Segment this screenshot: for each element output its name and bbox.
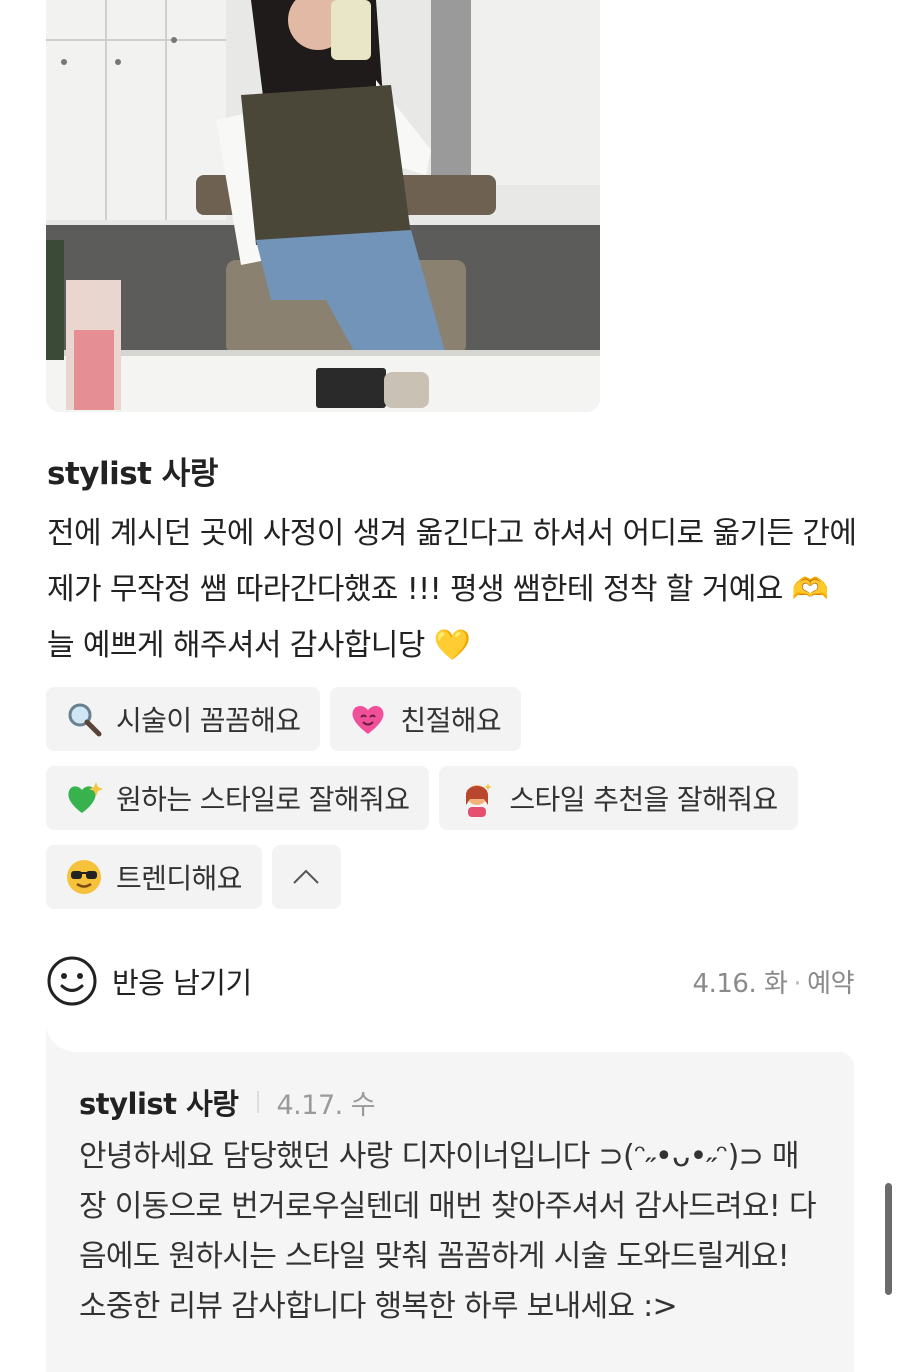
chevron-up-icon: [293, 869, 320, 884]
sunglasses-face-icon: [64, 857, 104, 897]
visit-type: 예약: [807, 968, 854, 999]
tag-kind: 친절해요: [330, 687, 522, 751]
review-date: 4.16. 화: [692, 968, 788, 999]
scrollbar[interactable]: [885, 1183, 892, 1295]
tag-label: 친절해요: [400, 704, 502, 737]
tag-label: 원하는 스타일로 잘해줘요: [116, 783, 410, 816]
tag-label: 트렌디해요: [116, 862, 242, 895]
reply-divider: [256, 1091, 259, 1113]
reply-header: stylist 사랑 4.17. 수: [79, 1080, 824, 1124]
meta-separator: ·: [793, 968, 802, 999]
magnifier-icon: [64, 699, 104, 739]
tag-recommend-style: 스타일 추천을 잘해줘요: [439, 766, 798, 830]
smile-icon[interactable]: [46, 955, 98, 1007]
reply-bubble-notch: [46, 1022, 86, 1053]
leave-reaction-button[interactable]: 반응 남기기: [112, 960, 252, 1002]
review-meta: 4.16. 화 · 예약: [692, 963, 855, 1000]
review-text: 전에 계시던 곳에 사정이 생겨 옮긴다고 하셔서 어디로 옮기든 간에 제가 …: [47, 516, 857, 663]
reaction-row: 반응 남기기 4.16. 화 · 예약: [46, 954, 854, 1008]
review-photo[interactable]: [46, 0, 600, 412]
reply-date: 4.17. 수: [276, 1089, 376, 1121]
sparkle-heart-icon: [64, 778, 104, 818]
review-tags: 시술이 꼼꼼해요 친절해요 원하는 스타일로 잘해줘요 스타일 추천을 잘해줘요: [46, 687, 866, 924]
tag-thorough: 시술이 꼼꼼해요: [46, 687, 321, 751]
owner-reply: stylist 사랑 4.17. 수 안녕하세요 담당했던 사랑 디자이너입니다…: [46, 1052, 854, 1372]
collapse-tags-button[interactable]: [271, 845, 341, 909]
reply-author: stylist 사랑: [79, 1087, 239, 1121]
tag-desired-style: 원하는 스타일로 잘해줘요: [46, 766, 430, 830]
hairdresser-icon: [457, 778, 497, 818]
reply-text: 안녕하세요 담당했던 사랑 디자이너입니다 ⊃(ᵔ˶•ᴗ•˶ᵔ)⊃ 매장 이동으…: [79, 1139, 817, 1324]
tag-trendy: 트렌디해요: [46, 845, 262, 909]
heart-icon: [348, 699, 388, 739]
tag-label: 스타일 추천을 잘해줘요: [509, 783, 778, 816]
review-author[interactable]: stylist 사랑: [47, 448, 218, 493]
tag-label: 시술이 꼼꼼해요: [116, 704, 301, 737]
